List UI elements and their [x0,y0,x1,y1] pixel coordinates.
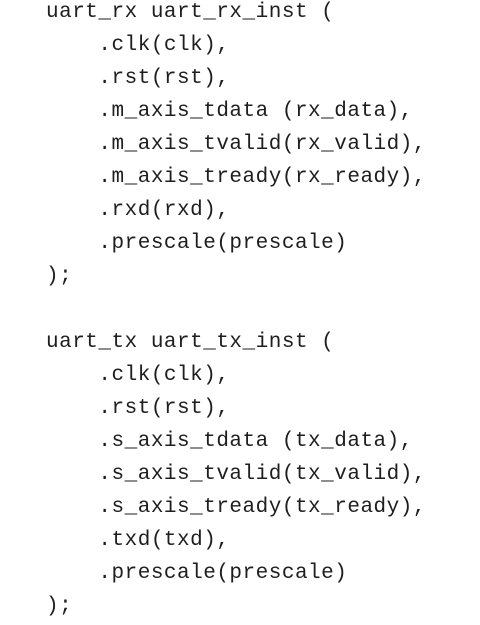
code-line-4: .m_axis_tdata (rx_data), [46,100,413,123]
code-line-17: .txd(txd), [46,529,230,552]
code-line-3: .rst(rst), [46,67,230,90]
code-line-12: .clk(clk), [46,364,230,387]
code-line-13: .rst(rst), [46,397,230,420]
code-line-9: ); [46,265,73,288]
code-line-19: ); [46,595,73,618]
code-block: uart_rx uart_rx_inst ( .clk(clk), .rst(r… [0,0,480,625]
code-line-11: uart_tx uart_tx_inst ( [46,331,335,354]
code-line-5: .m_axis_tvalid(rx_valid), [46,133,426,156]
code-line-18: .prescale(prescale) [46,562,348,585]
code-line-2: .clk(clk), [46,34,230,57]
code-line-15: .s_axis_tvalid(tx_valid), [46,463,426,486]
code-line-1: uart_rx uart_rx_inst ( [46,1,335,24]
code-line-16: .s_axis_tready(tx_ready), [46,496,426,519]
code-line-8: .prescale(prescale) [46,232,348,255]
code-line-7: .rxd(rxd), [46,199,230,222]
code-line-14: .s_axis_tdata (tx_data), [46,430,413,453]
code-line-6: .m_axis_tready(rx_ready), [46,166,426,189]
